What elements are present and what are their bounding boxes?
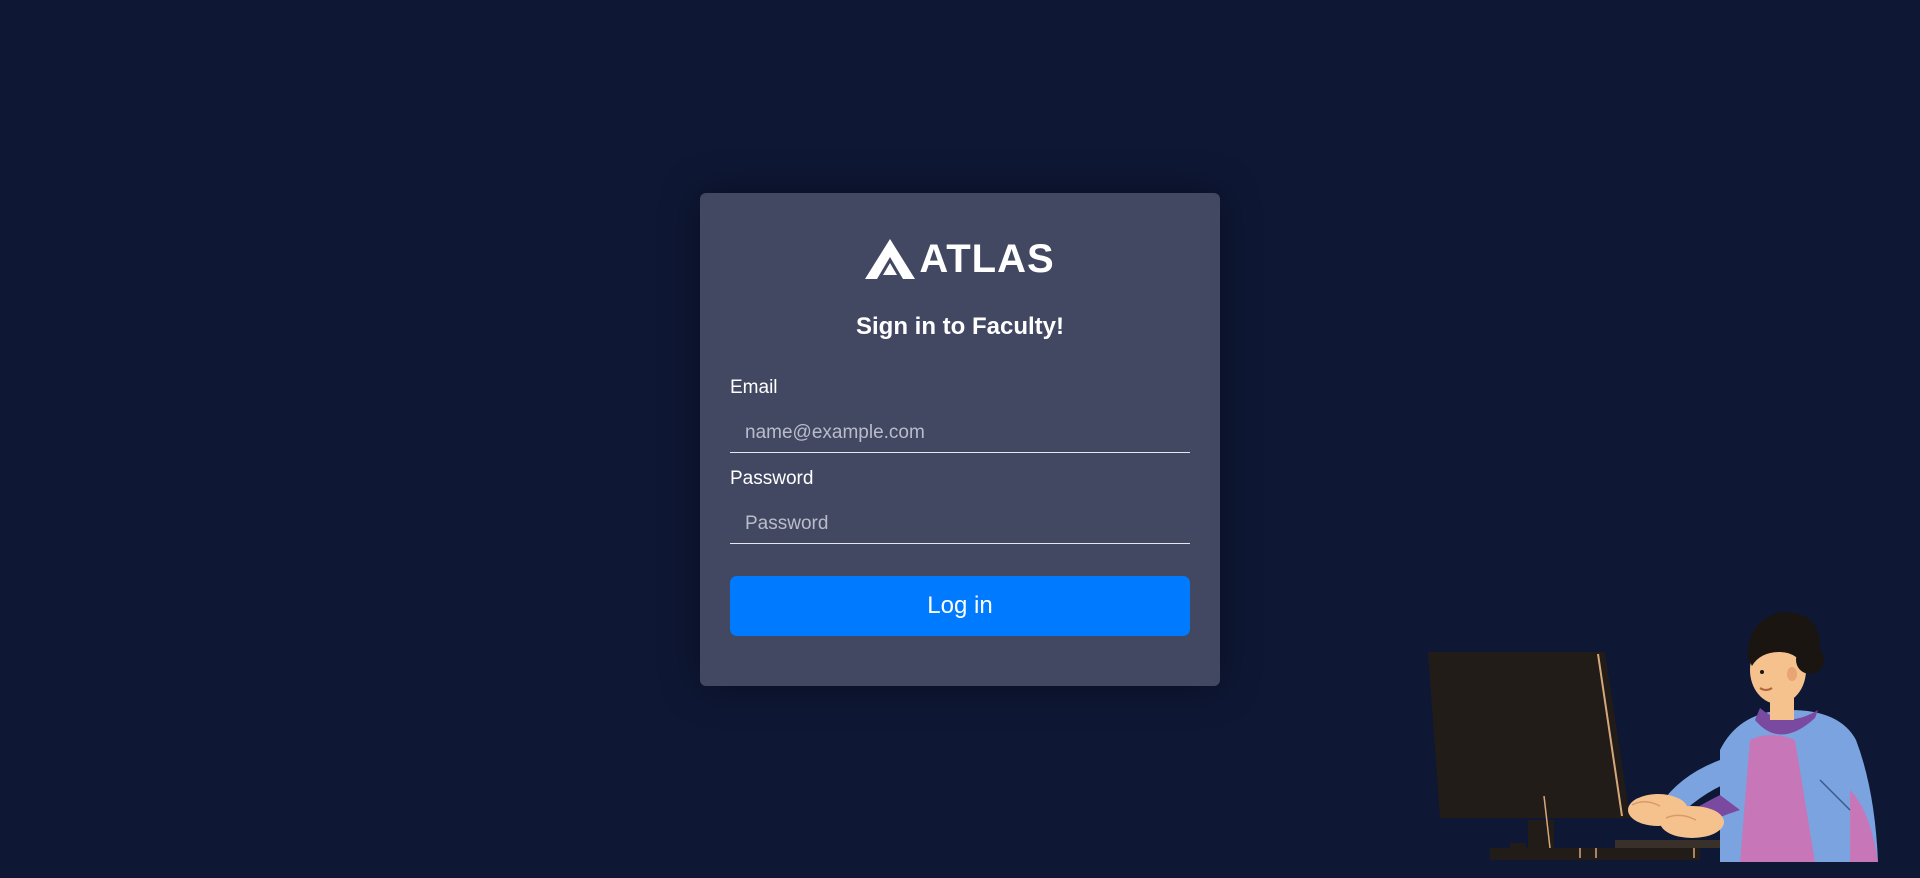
password-label: Password <box>730 468 814 489</box>
email-label: Email <box>730 377 778 398</box>
login-card: ATLAS Sign in to Faculty! Email Password… <box>700 193 1220 686</box>
monitor-icon <box>1428 652 1630 818</box>
brand-logo: ATLAS <box>700 239 1220 279</box>
email-field[interactable] <box>730 413 1190 453</box>
brand-name: ATLAS <box>919 237 1055 281</box>
atlas-peak-logo-icon <box>865 239 916 279</box>
desk-icon <box>1490 848 1700 860</box>
login-button[interactable]: Log in <box>730 576 1190 636</box>
person-typing-at-computer-illustration <box>1428 612 1878 862</box>
login-page: ATLAS Sign in to Faculty! Email Password… <box>0 0 1920 878</box>
keyboard-icon <box>1615 840 1725 848</box>
page-title: Sign in to Faculty! <box>856 313 1064 340</box>
password-field[interactable] <box>730 504 1190 544</box>
